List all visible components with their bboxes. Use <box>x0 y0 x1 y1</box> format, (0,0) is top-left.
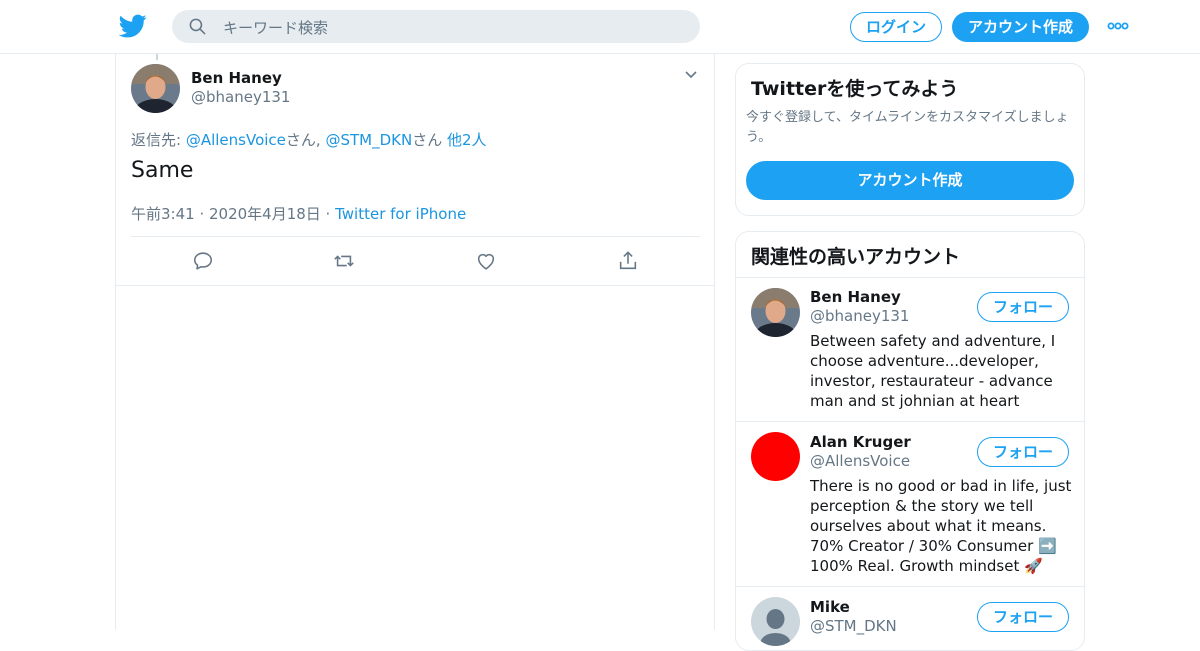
tweet-text: Same <box>131 158 194 183</box>
tweet-source-link[interactable]: Twitter for iPhone <box>335 205 466 223</box>
reply-separator: さん, <box>285 131 326 149</box>
search-icon <box>189 18 206 35</box>
reply-to-line: 返信先: @AllensVoiceさん, @STM_DKNさん 他2人 <box>131 129 487 150</box>
avatar[interactable] <box>751 432 800 481</box>
avatar[interactable] <box>131 64 180 113</box>
divider <box>116 285 714 286</box>
avatar[interactable] <box>751 597 800 646</box>
thread-connector <box>156 54 158 60</box>
follow-button[interactable]: フォロー <box>977 292 1069 322</box>
account-bio: Between safety and adventure, I choose a… <box>810 332 1056 410</box>
more-options-icon[interactable] <box>1107 20 1129 32</box>
search-bar[interactable]: キーワード検索 <box>172 10 700 43</box>
author-name[interactable]: Ben Haney <box>191 69 282 87</box>
reply-user-link[interactable]: @STM_DKN <box>325 131 412 149</box>
related-accounts-card: 関連性の高いアカウント Ben Haney @bhaney131 フォロー Be… <box>735 231 1085 651</box>
avatar[interactable] <box>751 288 800 337</box>
signup-button[interactable]: アカウント作成 <box>952 12 1089 42</box>
account-handle[interactable]: @AllensVoice <box>810 452 910 470</box>
search-input[interactable]: キーワード検索 <box>223 17 328 38</box>
author-handle[interactable]: @bhaney131 <box>191 88 290 106</box>
top-bar: キーワード検索 ログイン アカウント作成 <box>0 0 1200 54</box>
divider <box>736 277 1084 278</box>
reply-prefix: 返信先: <box>131 131 186 149</box>
divider <box>736 586 1084 587</box>
like-icon[interactable] <box>475 250 497 272</box>
signup-card-title: Twitterを使ってみよう <box>751 78 959 100</box>
reply-user-link[interactable]: @AllensVoice <box>186 131 286 149</box>
login-button[interactable]: ログイン <box>850 12 942 42</box>
signup-card-description: 今すぐ登録して、タイムラインをカスタマイズしましょう。 <box>746 110 1069 145</box>
chevron-down-icon[interactable] <box>684 70 698 80</box>
account-name[interactable]: Mike <box>810 598 850 616</box>
create-account-button[interactable]: アカウント作成 <box>746 161 1074 200</box>
account-handle[interactable]: @bhaney131 <box>810 307 909 325</box>
reply-separator: さん <box>412 131 447 149</box>
retweet-icon[interactable] <box>333 250 355 272</box>
follow-button[interactable]: フォロー <box>977 437 1069 467</box>
account-bio: There is no good or bad in life, just pe… <box>810 477 1072 575</box>
signup-card: Twitterを使ってみよう 今すぐ登録して、タイムラインをカスタマイズしましょ… <box>735 63 1085 216</box>
follow-button[interactable]: フォロー <box>977 602 1069 632</box>
tweet-timestamp[interactable]: 午前3:41 · 2020年4月18日 · <box>131 205 335 223</box>
reply-icon[interactable] <box>192 250 214 272</box>
reply-others-link[interactable]: 他2人 <box>447 131 487 149</box>
share-icon[interactable] <box>617 250 639 272</box>
tweet-column: Ben Haney @bhaney131 返信先: @AllensVoiceさん… <box>115 54 715 630</box>
account-name[interactable]: Alan Kruger <box>810 433 911 451</box>
account-handle[interactable]: @STM_DKN <box>810 617 897 635</box>
tweet-meta: 午前3:41 · 2020年4月18日 · Twitter for iPhone <box>131 203 466 224</box>
divider <box>131 236 700 237</box>
account-name[interactable]: Ben Haney <box>810 288 901 306</box>
related-accounts-title: 関連性の高いアカウント <box>751 246 961 268</box>
twitter-bird-icon[interactable] <box>119 12 147 40</box>
divider <box>736 421 1084 422</box>
